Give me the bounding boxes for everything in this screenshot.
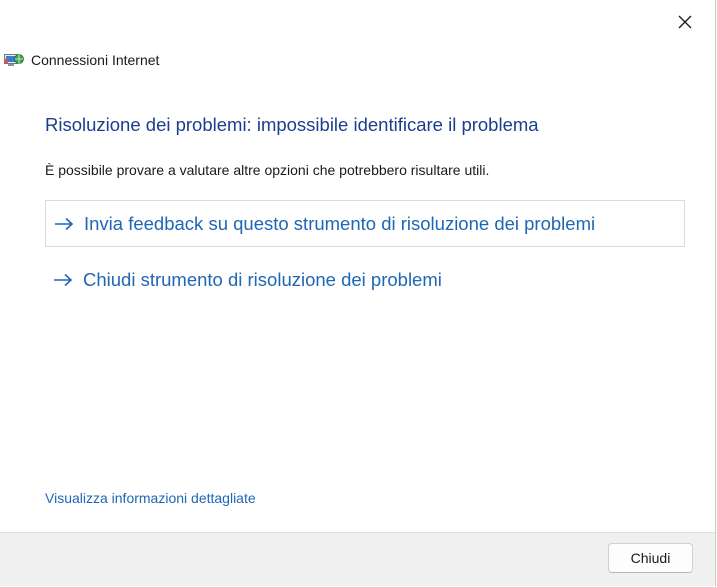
close-icon — [678, 15, 692, 29]
view-detailed-info-link[interactable]: Visualizza informazioni dettagliate — [45, 490, 256, 506]
window-close-button[interactable] — [671, 10, 699, 34]
troubleshooter-dialog: Connessioni Internet Risoluzione dei pro… — [0, 0, 716, 586]
network-icon — [4, 54, 24, 66]
dialog-header: Connessioni Internet — [4, 50, 159, 70]
option-label: Invia feedback su questo strumento di ri… — [84, 212, 596, 234]
dialog-footer: Chiudi — [0, 532, 715, 586]
option-label: Chiudi strumento di risoluzione dei prob… — [83, 268, 442, 290]
app-name: Connessioni Internet — [31, 52, 160, 68]
arrow-right-icon — [54, 217, 76, 231]
page-description: È possibile provare a valutare altre opz… — [45, 162, 490, 178]
close-button[interactable]: Chiudi — [608, 543, 693, 573]
arrow-right-icon — [53, 273, 75, 287]
page-title: Risoluzione dei problemi: impossibile id… — [45, 114, 539, 135]
option-close-troubleshooter[interactable]: Chiudi strumento di risoluzione dei prob… — [45, 256, 685, 303]
option-send-feedback[interactable]: Invia feedback su questo strumento di ri… — [45, 200, 685, 247]
